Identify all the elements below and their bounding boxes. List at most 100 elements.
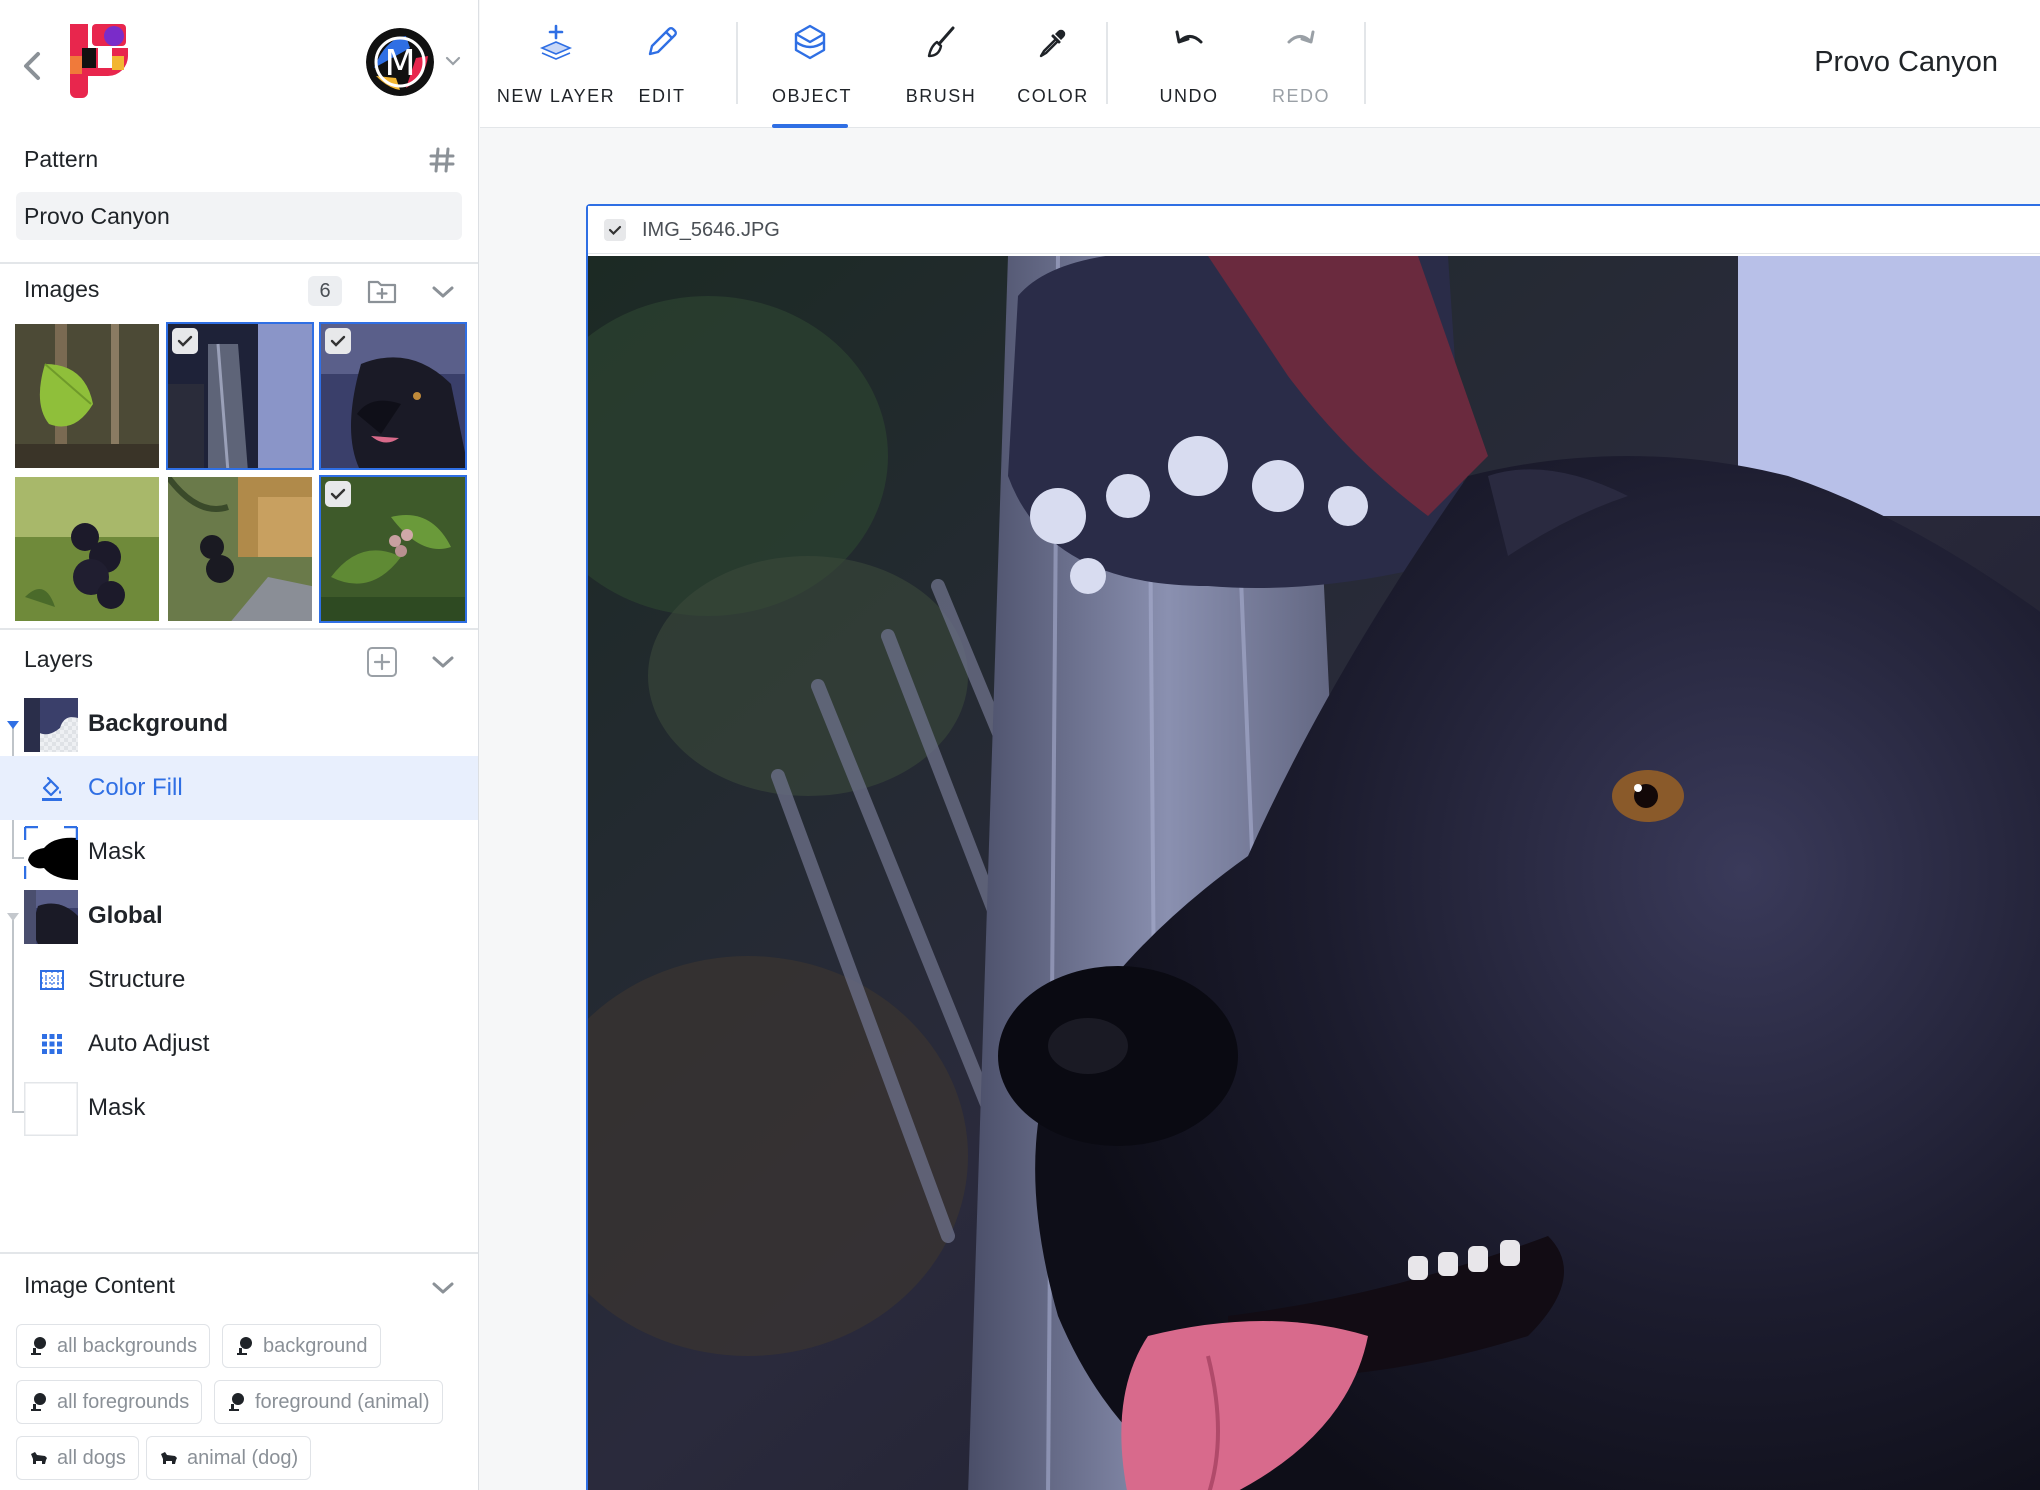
photo-canvas[interactable] xyxy=(588,256,2040,1490)
image-content-collapse-chevron-icon[interactable] xyxy=(430,1280,456,1296)
foreground-tag-icon xyxy=(229,1393,244,1411)
layer-thumbnail xyxy=(24,698,78,752)
image-thumbnail[interactable] xyxy=(166,475,314,623)
checkbox-checked-icon[interactable] xyxy=(604,219,626,241)
layer-mask-thumbnail xyxy=(24,1082,78,1136)
layer-row-background[interactable]: Background xyxy=(0,692,478,756)
auto-adjust-grid-icon xyxy=(42,1034,62,1054)
project-title: Provo Canyon xyxy=(1814,46,1998,78)
structure-icon xyxy=(40,970,64,990)
content-tag-label: all dogs xyxy=(57,1447,126,1469)
expand-triangle-icon[interactable] xyxy=(6,912,20,922)
checkbox-checked-icon[interactable] xyxy=(325,481,351,507)
layer-label: Global xyxy=(88,902,163,929)
image-thumbnail-grid xyxy=(13,322,467,623)
pattern-name-input[interactable] xyxy=(16,192,462,240)
foreground-tag-icon xyxy=(31,1393,46,1411)
content-tag[interactable]: all foregrounds xyxy=(16,1380,203,1424)
brush-tool[interactable]: BRUSH xyxy=(882,0,1000,128)
new-layer-icon xyxy=(539,24,573,60)
redo-button[interactable]: REDO xyxy=(1256,0,1346,128)
layer-mask-thumbnail xyxy=(24,826,78,880)
tool-label: COLOR xyxy=(1017,86,1089,106)
user-avatar: M xyxy=(366,28,434,96)
pencil-icon xyxy=(648,27,677,56)
hash-icon[interactable] xyxy=(428,146,456,174)
chevron-down-icon xyxy=(445,56,461,66)
color-tool[interactable]: COLOR xyxy=(994,0,1112,128)
sidebar-header: M xyxy=(0,0,478,132)
svg-text:M: M xyxy=(384,43,415,84)
brush-icon xyxy=(927,26,955,58)
eyedropper-icon xyxy=(1039,29,1066,58)
layers-collapse-chevron-icon[interactable] xyxy=(430,654,456,670)
content-tag-label: all foregrounds xyxy=(57,1391,190,1413)
content-tag-label: background xyxy=(263,1335,368,1357)
image-thumbnail[interactable] xyxy=(13,322,161,470)
layer-label: Background xyxy=(88,710,229,737)
content-tag[interactable]: foreground (animal) xyxy=(214,1380,443,1424)
back-arrow-icon[interactable] xyxy=(20,48,46,84)
pattern-section-title: Pattern xyxy=(24,146,99,172)
layer-row-auto-adjust[interactable]: Auto Adjust xyxy=(0,1012,478,1076)
paint-bucket-icon xyxy=(42,776,62,801)
layer-label: Mask xyxy=(88,838,146,865)
content-tag-label: all backgrounds xyxy=(57,1335,198,1357)
layer-row-color-fill[interactable]: Color Fill xyxy=(0,756,478,820)
images-count-badge: 6 xyxy=(308,276,342,306)
content-tag[interactable]: animal (dog) xyxy=(146,1436,312,1480)
layer-row-mask[interactable]: Mask xyxy=(0,1076,478,1140)
sidebar: M Pattern Images 6 xyxy=(0,0,479,1490)
layer-row-structure[interactable]: Structure xyxy=(0,948,478,1012)
image-filename: IMG_5646.JPG xyxy=(642,219,780,241)
divider xyxy=(0,262,478,264)
image-thumbnail[interactable] xyxy=(319,322,467,470)
image-content-section-title: Image Content xyxy=(24,1272,175,1298)
content-tag-label: animal (dog) xyxy=(187,1447,299,1469)
tool-label: OBJECT xyxy=(772,86,853,106)
expand-triangle-icon[interactable] xyxy=(6,720,20,730)
image-thumbnail[interactable] xyxy=(319,475,467,623)
images-collapse-chevron-icon[interactable] xyxy=(430,284,456,300)
image-thumbnail[interactable] xyxy=(13,475,161,623)
add-layer-icon[interactable] xyxy=(366,646,398,678)
content-tag[interactable]: all backgrounds xyxy=(16,1324,211,1368)
background-tag-icon xyxy=(31,1337,46,1355)
checkbox-checked-icon[interactable] xyxy=(325,328,351,354)
layer-row-mask[interactable]: Mask xyxy=(0,820,478,884)
dog-icon xyxy=(161,1452,177,1464)
content-tag[interactable]: all dogs xyxy=(16,1436,139,1480)
content-tag[interactable]: background xyxy=(222,1324,381,1368)
cube-icon xyxy=(794,24,826,60)
layer-label: Color Fill xyxy=(88,774,183,801)
layer-label: Auto Adjust xyxy=(88,1030,210,1057)
image-frame-header: IMG_5646.JPG xyxy=(588,206,2040,254)
layer-thumbnail xyxy=(24,890,78,944)
images-section-title: Images xyxy=(24,276,100,302)
folder-add-icon[interactable] xyxy=(366,276,398,306)
edit-tool[interactable]: EDIT xyxy=(624,0,700,128)
tool-label: UNDO xyxy=(1159,86,1219,106)
toolbar-separator xyxy=(1106,22,1108,104)
app-logo[interactable] xyxy=(62,20,130,98)
layer-label: Mask xyxy=(88,1094,146,1121)
tool-label: NEW LAYER xyxy=(496,86,616,106)
tool-label: EDIT xyxy=(638,86,686,106)
canvas-image-frame[interactable]: IMG_5646.JPG xyxy=(586,204,2040,1490)
checkbox-checked-icon[interactable] xyxy=(172,328,198,354)
divider xyxy=(0,628,478,630)
dog-icon xyxy=(31,1452,47,1464)
content-tag-label: foreground (animal) xyxy=(255,1391,430,1413)
toolbar: NEW LAYER EDIT OBJECT BRUSH COLOR UNDO R… xyxy=(480,0,2040,128)
active-tool-underline xyxy=(772,124,848,128)
image-thumbnail[interactable] xyxy=(166,322,314,470)
background-tag-icon xyxy=(237,1337,252,1355)
object-tool[interactable]: OBJECT xyxy=(772,0,853,128)
layers-section-title: Layers xyxy=(24,646,94,672)
layer-row-global[interactable]: Global xyxy=(0,884,478,948)
new-layer-tool[interactable]: NEW LAYER xyxy=(494,0,618,128)
undo-button[interactable]: UNDO xyxy=(1144,0,1234,128)
toolbar-separator xyxy=(736,22,738,104)
user-menu[interactable]: M xyxy=(366,28,462,100)
layer-label: Structure xyxy=(88,966,186,993)
